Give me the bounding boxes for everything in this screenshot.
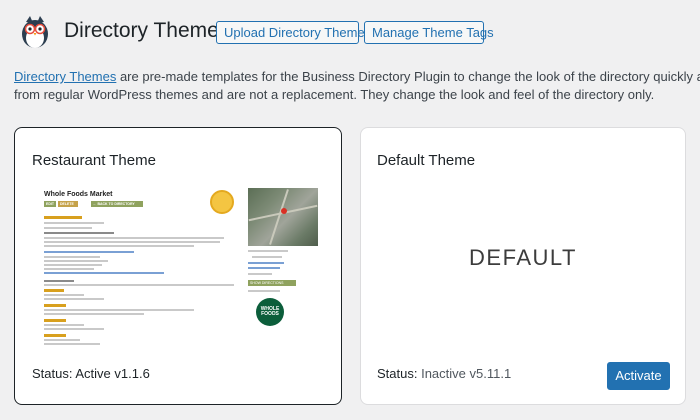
preview-rating-stars xyxy=(44,289,64,292)
status-value: Active v1.1.6 xyxy=(75,366,150,381)
theme-card-default[interactable]: Default Theme DEFAULT Status: Inactive v… xyxy=(360,127,686,405)
preview-text-line xyxy=(44,264,102,266)
directory-themes-link[interactable]: Directory Themes xyxy=(14,69,116,84)
preview-text-line xyxy=(44,343,100,345)
preview-rating-stars xyxy=(44,319,66,322)
map-pin-icon xyxy=(281,208,287,214)
preview-text-line xyxy=(44,227,92,229)
activate-button[interactable]: Activate xyxy=(607,362,670,390)
preview-text-line xyxy=(44,339,80,341)
preview-text-line xyxy=(44,260,108,262)
preview-text-line xyxy=(248,273,272,275)
preview-rating-stars xyxy=(44,304,66,307)
theme-card-restaurant[interactable]: Restaurant Theme Whole Foods Market EDIT… xyxy=(14,127,342,405)
preview-edit-button: EDIT xyxy=(44,201,56,207)
preview-text-line xyxy=(44,251,134,253)
status-label: Status: xyxy=(32,366,73,381)
preview-text-line xyxy=(248,290,280,292)
theme-status: Status: Active v1.1.6 xyxy=(32,366,150,381)
preview-text-line xyxy=(44,241,220,243)
preview-text-line xyxy=(44,256,100,258)
theme-status: Status: Inactive v5.11.1 xyxy=(377,366,511,381)
theme-screenshot: Whole Foods Market EDIT DELETE ← BACK TO… xyxy=(32,188,322,363)
preview-directions-button: SHOW DIRECTIONS xyxy=(248,280,296,286)
preview-text-line xyxy=(44,309,194,311)
preview-text-line xyxy=(252,256,282,258)
intro-text-line2: from regular WordPress themes and are no… xyxy=(14,87,655,102)
plugin-logo-icon xyxy=(16,12,54,50)
page-title: Directory Themes xyxy=(64,19,230,42)
preview-text-line xyxy=(44,294,84,296)
manage-theme-tags-button[interactable]: Manage Theme Tags xyxy=(364,21,494,44)
preview-text-line xyxy=(44,313,144,315)
preview-delete-button: DELETE xyxy=(58,201,78,207)
theme-name: Default Theme xyxy=(377,152,476,169)
theme-name: Restaurant Theme xyxy=(32,152,156,169)
intro-text-line1: are pre-made templates for the Business … xyxy=(119,69,700,84)
preview-store-logo: WHOLE FOODS xyxy=(256,298,284,326)
preview-listing-title: Whole Foods Market xyxy=(44,191,113,198)
preview-listing: Whole Foods Market EDIT DELETE ← BACK TO… xyxy=(32,188,238,363)
preview-rating-stars xyxy=(44,334,66,337)
preview-badge-icon xyxy=(210,190,234,214)
preview-text-line xyxy=(44,268,94,270)
preview-back-button: ← BACK TO DIRECTORY xyxy=(91,201,143,207)
preview-text-line xyxy=(248,250,288,252)
preview-text-line xyxy=(44,280,74,282)
preview-rating-stars xyxy=(44,216,82,219)
preview-divider xyxy=(44,284,234,286)
preview-text-line xyxy=(248,267,280,269)
upload-directory-theme-button[interactable]: Upload Directory Theme xyxy=(216,21,365,44)
preview-text-line xyxy=(44,324,84,326)
page-header: Directory Themes Upload Directory Theme … xyxy=(0,0,700,60)
status-label: Status: xyxy=(377,366,418,381)
theme-screenshot-placeholder: DEFAULT xyxy=(469,245,577,270)
intro-description: Directory Themes are pre-made templates … xyxy=(14,68,700,104)
preview-text-line xyxy=(44,328,104,330)
preview-text-line xyxy=(44,272,164,274)
preview-text-line xyxy=(44,222,104,224)
preview-text-line xyxy=(44,237,224,239)
preview-map xyxy=(248,188,318,246)
preview-sidebar: SHOW DIRECTIONS WHOLE FOODS xyxy=(248,188,318,363)
status-value: Inactive v5.11.1 xyxy=(421,366,512,381)
preview-text-line xyxy=(44,245,194,247)
preview-text-line xyxy=(44,298,104,300)
preview-text-line xyxy=(248,262,284,264)
preview-text-line xyxy=(44,232,114,234)
